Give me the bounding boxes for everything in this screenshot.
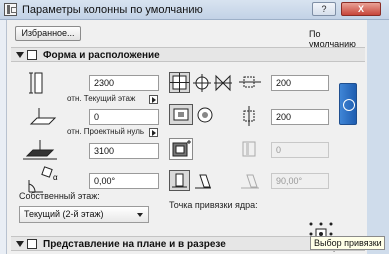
bottom-offset-icon: [29, 108, 57, 125]
bottom-offset-field[interactable]: 0: [89, 109, 159, 125]
rect-column-button[interactable]: [169, 104, 193, 125]
vertical-column-icon: [172, 173, 187, 188]
title-bar[interactable]: Параметры колонны по умолчанию ? X: [0, 0, 389, 20]
bottom-link-label: отн. Проектный нуль: [67, 127, 145, 136]
favorites-button[interactable]: Избранное...: [15, 26, 81, 41]
rotation-angle-icon: α: [28, 166, 58, 193]
column-preview-button[interactable]: [339, 83, 357, 125]
rectangular-column-icon: [173, 108, 189, 121]
right-scroll-strip[interactable]: [367, 20, 389, 254]
svg-text:α: α: [53, 173, 58, 182]
settings-panel: Избранное... По умолчанию Форма и распол…: [6, 20, 367, 254]
column-app-icon: [4, 3, 17, 16]
anchor-point-label: Точка привязки ядра:: [169, 200, 258, 210]
veneer-thickness-icon: [242, 141, 256, 157]
round-anchor-icon[interactable]: [193, 74, 211, 92]
collapse-triangle-icon[interactable]: [16, 241, 24, 247]
section-form-title: Форма и расположение: [43, 50, 160, 61]
size-y-field[interactable]: 200: [271, 109, 329, 125]
home-story-label: Собственный этаж:: [19, 191, 100, 201]
default-label: По умолчанию: [309, 29, 356, 49]
close-button[interactable]: X: [341, 2, 381, 16]
top-link-arrow-icon[interactable]: [149, 95, 158, 104]
section-plan-icon: [27, 239, 37, 249]
section-form-header[interactable]: Форма и расположение: [11, 47, 365, 62]
core-veneer-icon: [172, 140, 191, 157]
top-link-label: отн. Текущий этаж: [67, 94, 136, 103]
round-column-icon[interactable]: [195, 106, 215, 124]
window-title: Параметры колонны по умолчанию: [22, 4, 203, 16]
home-story-dropdown[interactable]: Текущий (2-й этаж): [19, 206, 149, 223]
anchor-tooltip: Выбор привязки: [310, 236, 385, 250]
rectangular-anchor-icon: [170, 73, 189, 92]
veneer-thickness-field[interactable]: 0: [271, 142, 329, 158]
elevation-field[interactable]: 3100: [89, 143, 159, 159]
chevron-down-icon: [137, 213, 143, 217]
collapse-triangle-icon[interactable]: [16, 52, 24, 58]
slant-column-icon[interactable]: [194, 172, 212, 190]
section-plan-title: Представление на плане и в разрезе: [43, 239, 226, 250]
elevation-icon: [23, 140, 57, 160]
slant-angle-icon: [241, 174, 259, 189]
mirror-anchor-icon[interactable]: [214, 74, 232, 92]
anchor-rect-button[interactable]: [169, 72, 190, 93]
home-story-selected: Текущий (2-й этаж): [24, 209, 104, 219]
height-field[interactable]: 2300: [89, 75, 159, 91]
size-x-field[interactable]: 200: [271, 75, 329, 91]
column-height-icon: [29, 72, 43, 94]
slant-angle-field[interactable]: 90,00°: [271, 173, 329, 189]
angle-field[interactable]: 0,00°: [89, 173, 159, 189]
width-x-icon: [239, 76, 261, 88]
vertical-column-button[interactable]: [169, 170, 190, 191]
depth-y-icon: [243, 106, 255, 126]
bottom-link-arrow-icon[interactable]: [149, 128, 158, 137]
core-veneer-button[interactable]: [169, 138, 193, 160]
help-button[interactable]: ?: [312, 2, 336, 16]
section-form-icon: [27, 50, 37, 60]
dialog-window: Параметры колонны по умолчанию ? X Избра…: [0, 0, 389, 254]
